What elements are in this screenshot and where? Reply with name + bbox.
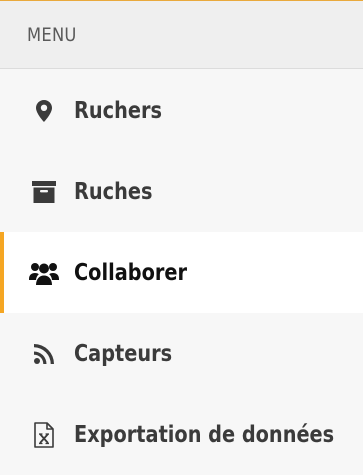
sidebar-item-ruchers[interactable]: Ruchers <box>0 70 363 151</box>
sidebar-item-label: Ruchers <box>74 97 162 124</box>
archive-box-icon <box>29 177 59 207</box>
sidebar-item-collaborer[interactable]: Collaborer <box>0 232 363 313</box>
menu-title: MENU <box>27 23 77 46</box>
rss-feed-icon <box>29 339 59 369</box>
sidebar-item-capteurs[interactable]: Capteurs <box>0 313 363 394</box>
sidebar-item-exportation[interactable]: Exportation de données <box>0 394 363 475</box>
sidebar-item-label: Capteurs <box>74 340 173 367</box>
menu-header: MENU <box>0 1 363 69</box>
sidebar-item-ruches[interactable]: Ruches <box>0 151 363 232</box>
sidebar-item-label: Ruches <box>74 178 153 205</box>
sidebar-item-label: Collaborer <box>74 259 188 286</box>
sidebar-menu: MENU Ruchers Ruches Collaborer Capteurs … <box>0 0 363 474</box>
map-marker-icon <box>29 96 59 126</box>
users-group-icon <box>29 258 59 288</box>
sidebar-item-label: Exportation de données <box>74 421 335 448</box>
excel-file-icon <box>29 420 59 450</box>
